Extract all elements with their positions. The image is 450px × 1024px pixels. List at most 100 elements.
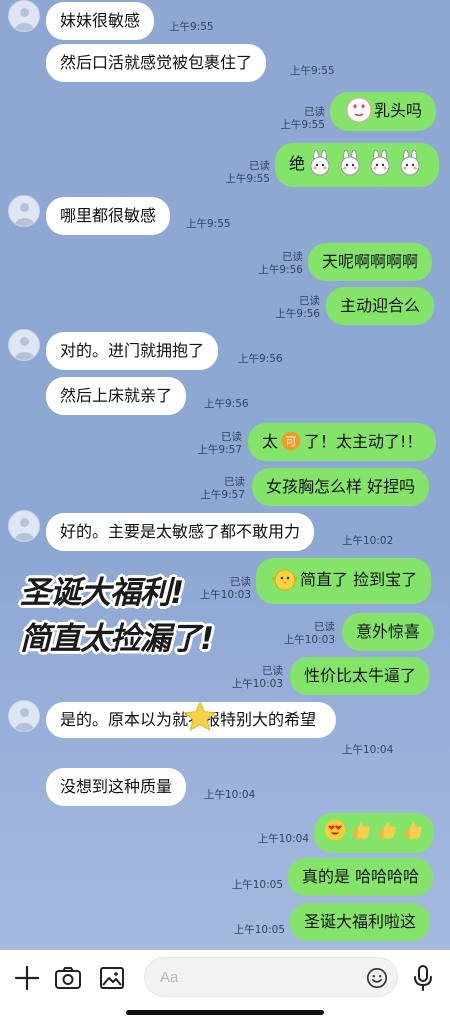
message-time: 上午10:05	[231, 879, 283, 891]
message-bubble[interactable]: 天呢啊啊啊啊	[308, 243, 433, 281]
bunny-sticker-icon	[370, 149, 390, 175]
chick-sticker-icon	[272, 569, 298, 590]
star-sticker-icon	[184, 700, 216, 731]
message-text: 好的。主要是太敏感了都不敢用力	[60, 522, 301, 541]
message-meta: 已读 上午9:56	[265, 295, 320, 321]
message-time: 上午10:03	[283, 634, 335, 646]
message-bubble[interactable]: 乳头吗	[330, 92, 437, 131]
heart-eyes-face-sticker-icon	[346, 97, 372, 122]
message-time: 上午10:04	[342, 744, 394, 756]
image-icon[interactable]	[97, 963, 127, 993]
read-receipt: 已读	[282, 251, 303, 263]
avatar[interactable]	[8, 0, 40, 32]
avatar[interactable]	[8, 510, 40, 542]
read-receipt: 已读	[262, 665, 283, 677]
message-text: 没想到这种质量	[60, 777, 173, 796]
message-text: 主动迎合么	[340, 296, 421, 315]
message-time: 上午9:56	[275, 308, 320, 320]
thumbs-up-emoji-icon	[405, 821, 422, 838]
message-time: 上午10:05	[233, 924, 285, 936]
message-time: 上午9:55	[169, 21, 214, 33]
message-text: 乳头吗	[374, 101, 423, 120]
message-bubble[interactable]: 圣诞大福利啦这	[290, 903, 431, 941]
message-text: 女孩胸怎么样 好捏吗	[266, 477, 416, 496]
message-text: 简直了 捡到宝了	[300, 570, 418, 589]
message-meta: 已读 上午9:55	[270, 106, 325, 132]
microphone-icon[interactable]	[408, 963, 438, 993]
message-text: 意外惊喜	[356, 622, 421, 641]
bunny-sticker-icon	[310, 149, 330, 175]
message-bubble[interactable]: 简直了 捡到宝了	[256, 558, 432, 604]
avatar[interactable]	[8, 700, 40, 732]
read-receipt: 已读	[224, 476, 245, 488]
emoji-icon[interactable]	[365, 966, 389, 990]
message-bubble[interactable]: 主动迎合么	[326, 287, 435, 325]
camera-icon[interactable]	[53, 963, 83, 993]
message-meta: 已读 上午9:55	[215, 160, 270, 186]
message-meta: 已读 上午9:57	[190, 476, 245, 502]
avatar[interactable]	[8, 195, 40, 227]
message-text: 圣诞大福利啦这	[304, 912, 417, 931]
message-bubble[interactable]: 绝	[275, 143, 440, 187]
message-meta: 已读 上午10:03	[280, 621, 335, 647]
message-meta: 上午10:04	[252, 833, 309, 846]
message-time: 上午10:04	[257, 833, 309, 845]
message-text: 然后口活就感觉被包裹住了	[60, 53, 253, 72]
promo-line-1: 圣诞大福利!	[20, 575, 184, 611]
plus-icon[interactable]	[12, 963, 42, 993]
message-text: 真的是 哈哈哈哈	[302, 867, 420, 886]
svg-text:可: 可	[286, 435, 297, 448]
bunny-sticker-icon	[400, 149, 420, 175]
message-time: 上午9:57	[197, 444, 242, 456]
message-input[interactable]	[160, 958, 360, 996]
message-bubble[interactable]: 对的。进门就拥抱了	[46, 332, 219, 370]
message-meta: 上午10:05	[226, 879, 283, 892]
promo-line-2: 简直太捡漏了!	[20, 621, 214, 657]
message-meta: 已读 上午9:57	[187, 431, 242, 457]
message-text: 性价比太牛逼了	[304, 666, 417, 685]
message-time: 上午9:57	[200, 489, 245, 501]
message-bubble[interactable]	[314, 813, 434, 853]
message-time: 上午9:56	[204, 398, 249, 410]
message-text: 太	[262, 432, 279, 451]
message-meta: 已读 上午9:56	[248, 251, 303, 277]
message-bubble[interactable]: 好的。主要是太敏感了都不敢用力	[46, 513, 315, 551]
message-text: 绝	[289, 154, 306, 173]
message-bubble[interactable]: 性价比太牛逼了	[290, 657, 431, 695]
message-text: 了！太主动了!！	[304, 432, 423, 451]
message-time: 上午10:04	[204, 789, 256, 801]
message-bubble[interactable]: 女孩胸怎么样 好捏吗	[252, 468, 430, 506]
read-receipt: 已读	[314, 621, 335, 633]
message-time: 上午9:56	[258, 264, 303, 276]
message-time: 上午9:55	[290, 65, 335, 77]
avatar[interactable]	[8, 329, 40, 361]
message-time: 上午9:55	[225, 173, 270, 185]
thumbs-up-emoji-icon	[379, 821, 396, 838]
message-time: 上午9:55	[280, 119, 325, 131]
message-bubble[interactable]: 然后口活就感觉被包裹住了	[46, 44, 267, 82]
bunny-sticker-icon	[340, 149, 360, 175]
message-time: 上午9:55	[186, 218, 231, 230]
message-input-box[interactable]	[144, 957, 398, 997]
message-text: 天呢啊啊啊啊	[322, 252, 419, 271]
read-receipt: 已读	[249, 160, 270, 172]
read-receipt: 已读	[221, 431, 242, 443]
message-bubble[interactable]: 哪里都很敏感	[46, 197, 171, 235]
message-time: 上午10:03	[231, 678, 283, 690]
message-meta: 上午10:05	[228, 924, 285, 937]
message-meta: 已读 上午10:03	[228, 665, 283, 691]
message-bubble[interactable]: 真的是 哈哈哈哈	[288, 858, 434, 896]
ke-badge-icon: 可	[281, 431, 301, 450]
promo-overlay-text: 圣诞大福利! 简直太捡漏了!	[20, 570, 245, 662]
message-time: 上午9:56	[238, 353, 283, 365]
message-bubble[interactable]: 意外惊喜	[342, 613, 435, 651]
message-text: 妹妹很敏感	[60, 11, 141, 30]
read-receipt: 已读	[304, 106, 325, 118]
message-bubble[interactable]: 没想到这种质量	[46, 768, 187, 806]
heart-eyes-emoji-icon	[324, 819, 346, 840]
message-text: 对的。进门就拥抱了	[60, 341, 205, 360]
chat-area[interactable]: 妹妹很敏感 上午9:55 然后口活就感觉被包裹住了 上午9:55 已读 上午9:…	[0, 0, 450, 950]
message-bubble[interactable]: 太可了！太主动了!！	[248, 423, 437, 461]
message-bubble[interactable]: 然后上床就亲了	[46, 377, 187, 415]
message-bubble[interactable]: 妹妹很敏感	[46, 2, 155, 40]
